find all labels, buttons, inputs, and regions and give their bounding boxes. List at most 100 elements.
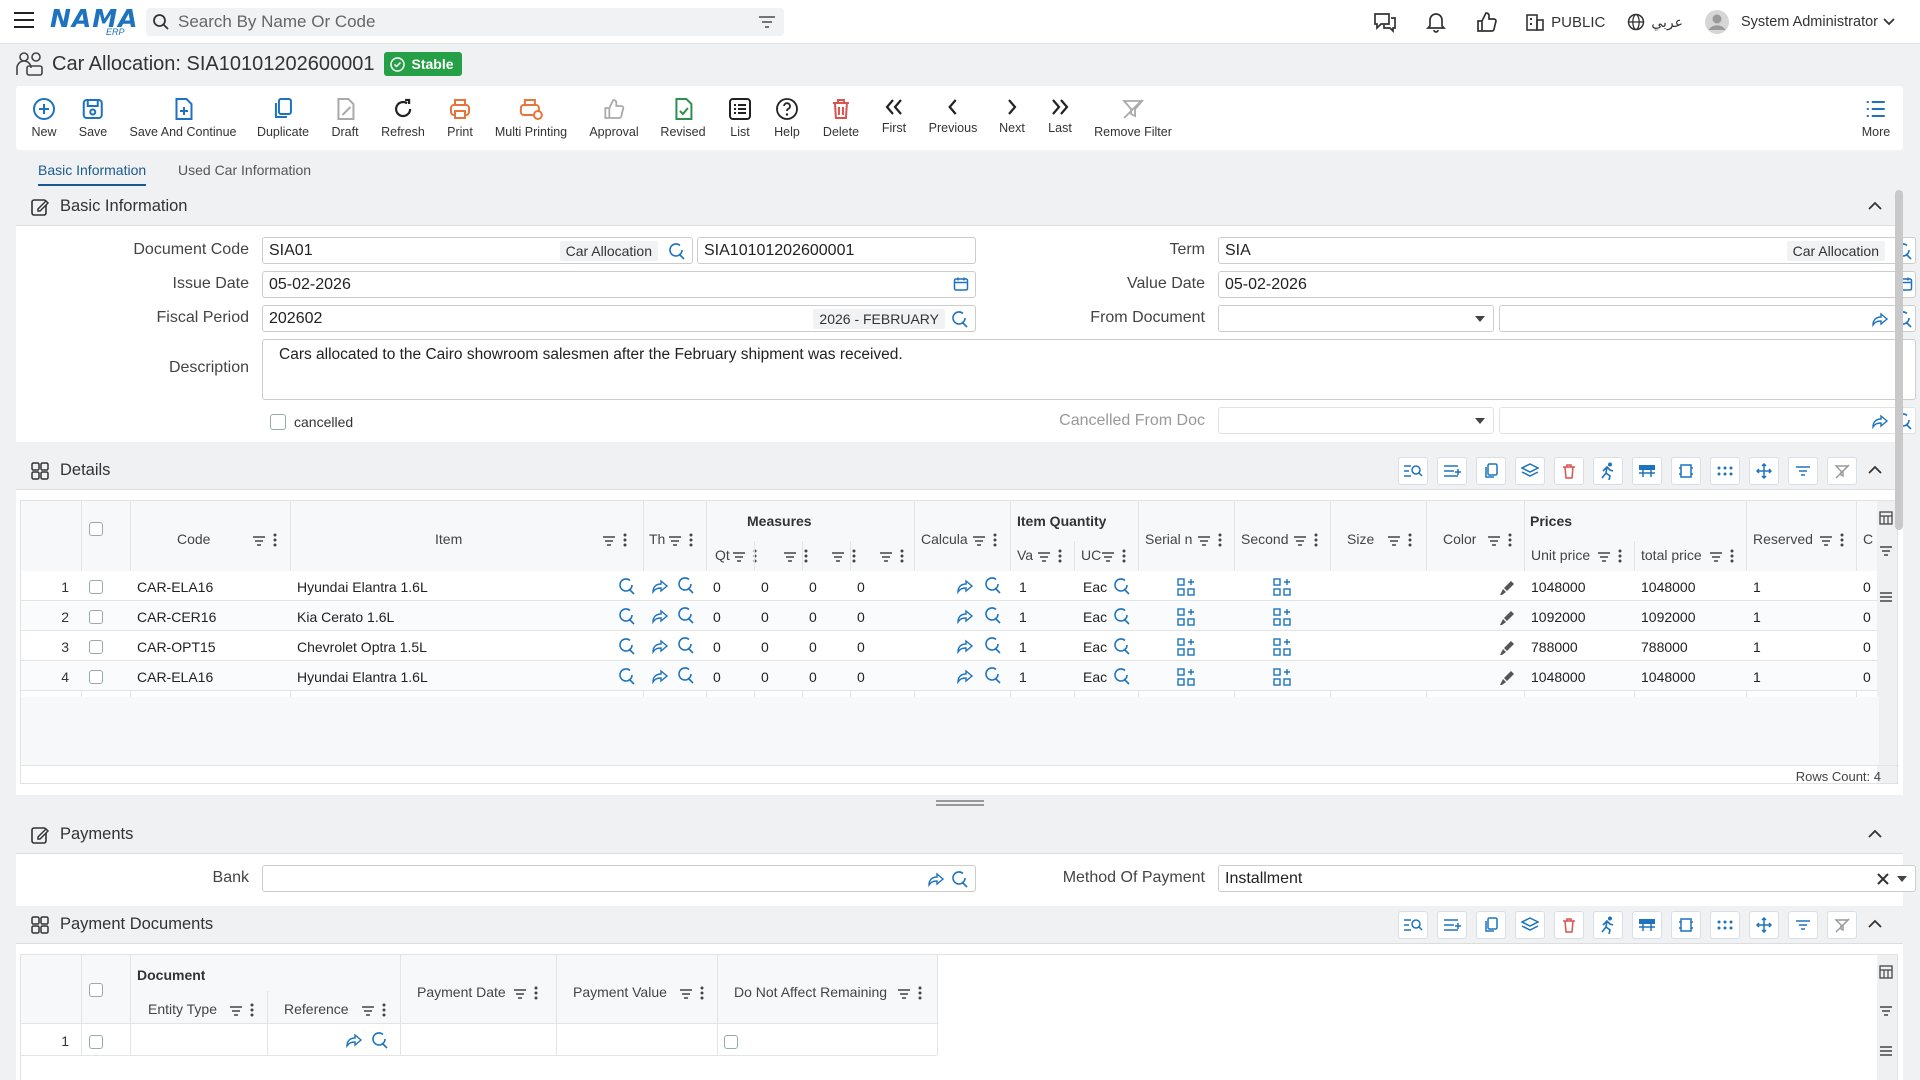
col-uc[interactable]: UC (1081, 547, 1101, 563)
lookup-icon[interactable] (371, 1031, 389, 1049)
document-number-field[interactable]: SIA10101202600001 (697, 237, 976, 264)
col-do-not-affect-remaining[interactable]: Do Not Affect Remaining (734, 984, 887, 1000)
calc-share-icon[interactable] (956, 577, 974, 595)
col-color[interactable]: Color (1443, 531, 1476, 547)
grid-run-tool[interactable] (1593, 457, 1623, 485)
basic-information-header[interactable]: Basic Information (16, 188, 1903, 226)
resize-handle[interactable] (936, 800, 984, 806)
grid-table-tool[interactable] (1632, 911, 1662, 939)
lookup-icon[interactable] (951, 310, 969, 328)
issue-date-field[interactable]: 05-02-2026 (262, 271, 976, 298)
column-filter-icon[interactable] (1597, 551, 1611, 563)
row-checkbox[interactable] (89, 580, 103, 594)
col-qt[interactable]: Qt (715, 547, 731, 563)
uom-lookup-icon[interactable] (1113, 637, 1131, 655)
color-picker-icon[interactable] (1499, 670, 1515, 686)
item-lookup-icon[interactable] (618, 577, 636, 595)
grid-copy-tool[interactable] (1476, 911, 1506, 939)
grid-layers-tool[interactable] (1515, 911, 1545, 939)
column-filter-icon[interactable] (229, 1005, 243, 1017)
calc-lookup-icon[interactable] (984, 576, 1002, 594)
column-filter-icon[interactable] (252, 535, 266, 547)
color-picker-icon[interactable] (1499, 580, 1515, 596)
item-lookup-icon[interactable] (618, 637, 636, 655)
payment-documents-header[interactable]: Payment Documents (16, 906, 1903, 944)
chevron-up-icon[interactable] (1867, 464, 1883, 476)
new-button[interactable]: New (31, 96, 57, 139)
col-c[interactable]: C (1863, 531, 1875, 547)
color-picker-icon[interactable] (1499, 610, 1515, 626)
uom-lookup-icon[interactable] (1113, 667, 1131, 685)
column-filter-icon[interactable] (679, 988, 693, 1000)
more-button[interactable]: More (1862, 96, 1890, 139)
col-reference[interactable]: Reference (284, 1001, 349, 1017)
column-menu-icon[interactable] (852, 549, 856, 563)
th-lookup-icon[interactable] (677, 636, 695, 654)
row-checkbox[interactable] (89, 1035, 103, 1049)
grid-table-tool[interactable] (1632, 457, 1662, 485)
grid-remove-filter-tool[interactable] (1827, 457, 1857, 485)
column-filter-icon[interactable] (732, 551, 746, 563)
col-code[interactable]: Code (177, 531, 210, 547)
uom-lookup-icon[interactable] (1113, 577, 1131, 595)
page-scrollbar[interactable] (1895, 190, 1903, 530)
column-menu-icon[interactable] (1730, 549, 1734, 563)
payments-header[interactable]: Payments (16, 816, 1903, 854)
cancelled-from-doc-select[interactable] (1218, 407, 1494, 434)
cancelled-checkbox[interactable] (270, 414, 286, 430)
duplicate-button[interactable]: Duplicate (257, 96, 309, 139)
chevron-up-icon[interactable] (1867, 200, 1883, 212)
col-th[interactable]: Th (649, 531, 665, 547)
column-menu-icon[interactable] (1122, 549, 1126, 563)
column-filter-icon[interactable] (831, 551, 845, 563)
nama-logo[interactable]: NAMA ERP (50, 4, 138, 38)
chevron-up-icon[interactable] (1867, 918, 1883, 930)
col-payment-value[interactable]: Payment Value (573, 984, 667, 1000)
column-menu-icon[interactable] (1058, 549, 1062, 563)
search-input[interactable]: Search By Name Or Code (178, 12, 375, 32)
uom-lookup-icon[interactable] (1113, 607, 1131, 625)
col-total-price[interactable]: total price (1641, 547, 1702, 563)
fiscal-period-field[interactable]: 202602 2026 - FEBRUARY (262, 305, 976, 332)
last-button[interactable]: Last (1047, 96, 1073, 135)
grid-move-tool[interactable] (1749, 911, 1779, 939)
share-icon[interactable] (927, 870, 945, 888)
grid-columns-tool[interactable] (1671, 911, 1701, 939)
grid-insert-tool[interactable] (1437, 457, 1467, 485)
row-checkbox[interactable] (89, 640, 103, 654)
second-add-icon[interactable] (1273, 608, 1291, 626)
document-code-field[interactable]: SIA01 Car Allocation (262, 237, 693, 264)
calc-share-icon[interactable] (956, 607, 974, 625)
multi-printing-button[interactable]: Multi Printing (495, 96, 567, 139)
grid-copy-tool[interactable] (1476, 457, 1506, 485)
column-menu-icon[interactable] (1618, 549, 1622, 563)
grid-delete-tool[interactable] (1554, 911, 1584, 939)
item-lookup-icon[interactable] (618, 607, 636, 625)
column-filter-icon[interactable] (513, 988, 527, 1000)
col-unit-price[interactable]: Unit price (1531, 547, 1590, 563)
col-va[interactable]: Va (1017, 547, 1033, 563)
th-share-icon[interactable] (651, 637, 669, 655)
lookup-icon[interactable] (668, 242, 686, 260)
grid-delete-tool[interactable] (1554, 457, 1584, 485)
column-filter-icon[interactable] (1387, 535, 1401, 547)
public-company[interactable]: PUBLIC (1525, 12, 1605, 32)
column-filter-icon[interactable] (602, 535, 616, 547)
list-button[interactable]: List (727, 96, 753, 139)
th-lookup-icon[interactable] (677, 606, 695, 624)
grid-filter-tool[interactable] (1788, 457, 1818, 485)
second-add-icon[interactable] (1273, 638, 1291, 656)
calendar-icon[interactable] (953, 276, 969, 292)
cancelled-from-doc-field[interactable] (1499, 407, 1916, 434)
grid-move-tool[interactable] (1749, 457, 1779, 485)
select-all-checkbox[interactable] (89, 983, 103, 997)
serial-add-icon[interactable] (1177, 578, 1195, 596)
col-serial[interactable]: Serial n (1145, 531, 1195, 547)
column-menu-icon[interactable] (1508, 533, 1512, 547)
column-filter-icon[interactable] (1819, 535, 1833, 547)
col-size[interactable]: Size (1347, 531, 1374, 547)
serial-add-icon[interactable] (1177, 668, 1195, 686)
column-menu-icon[interactable] (689, 533, 693, 547)
row-checkbox[interactable] (89, 670, 103, 684)
save-and-continue-button[interactable]: Save And Continue (129, 96, 237, 139)
